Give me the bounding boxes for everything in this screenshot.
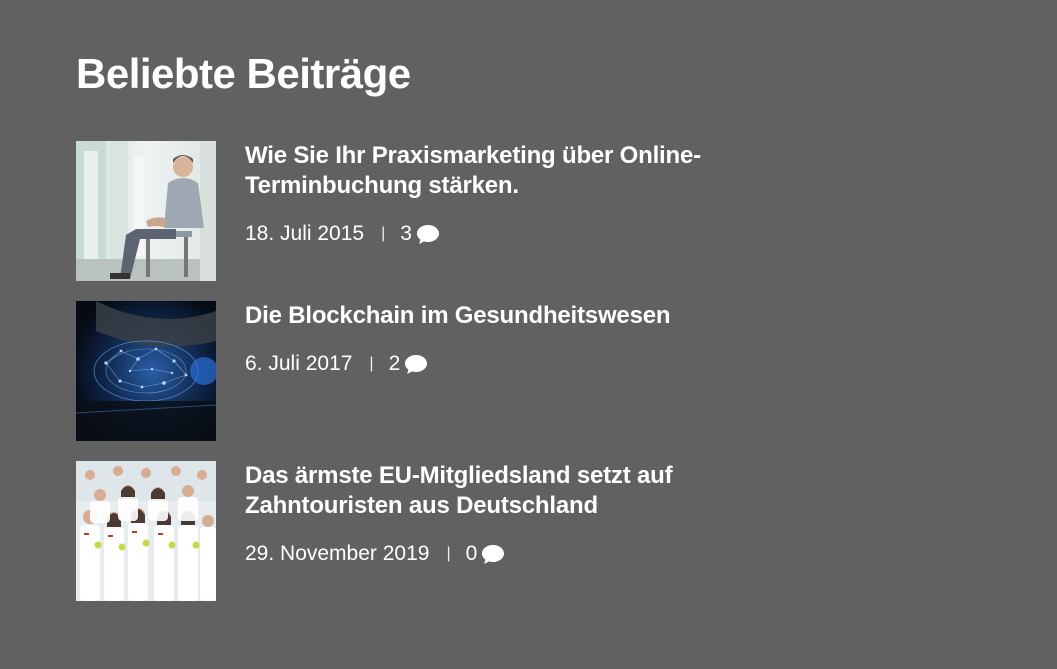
list-item: Wie Sie Ihr Praxismarketing über Online-… (76, 141, 796, 281)
popular-posts-widget: Beliebte Beiträge Wie Sie Ihr Praxismark… (76, 48, 796, 601)
post-thumbnail[interactable] (76, 461, 216, 601)
comment-bubble-icon (482, 545, 505, 564)
post-list: Wie Sie Ihr Praxismarketing über Online-… (76, 141, 796, 621)
post-date: 18. Juli 2015 (245, 222, 365, 245)
post-body: Wie Sie Ihr Praxismarketing über Online-… (245, 141, 785, 248)
list-item: Das ärmste EU-Mitgliedsland setzt auf Za… (76, 461, 796, 601)
post-title-link[interactable]: Das ärmste EU-Mitgliedsland setzt auf Za… (245, 461, 785, 521)
comment-count: 2 (388, 352, 401, 375)
comment-bubble-icon (416, 225, 439, 244)
post-meta: 18. Juli 2015 | 3 (245, 220, 785, 248)
post-title-link[interactable]: Die Blockchain im Gesundheitswesen (245, 301, 785, 331)
list-item: Die Blockchain im Gesundheitswesen 6. Ju… (76, 301, 796, 441)
post-body: Die Blockchain im Gesundheitswesen 6. Ju… (245, 301, 785, 378)
post-thumbnail[interactable] (76, 301, 216, 441)
post-title-link[interactable]: Wie Sie Ihr Praxismarketing über Online-… (245, 141, 785, 201)
meta-separator: | (446, 545, 451, 562)
comments-link[interactable]: 2 (389, 350, 429, 378)
comment-count: 0 (465, 542, 478, 565)
man-waiting-room-photo-icon (76, 141, 216, 281)
blockchain-network-photo-icon (76, 301, 216, 441)
post-thumbnail[interactable] (76, 141, 216, 281)
dental-team-photo-icon (76, 461, 216, 601)
comment-count: 3 (400, 222, 412, 245)
post-body: Das ärmste EU-Mitgliedsland setzt auf Za… (245, 461, 785, 568)
comment-bubble-icon (405, 355, 428, 374)
post-meta: 29. November 2019 | 0 (245, 540, 785, 568)
meta-separator: | (381, 225, 386, 242)
comments-link[interactable]: 3 (400, 220, 440, 248)
post-meta: 6. Juli 2017 | 2 (245, 350, 785, 378)
post-date: 6. Juli 2017 (245, 352, 353, 375)
widget-title: Beliebte Beiträge (76, 50, 411, 97)
comments-link[interactable]: 0 (466, 540, 506, 568)
meta-separator: | (369, 355, 374, 372)
post-date: 29. November 2019 (245, 542, 430, 565)
